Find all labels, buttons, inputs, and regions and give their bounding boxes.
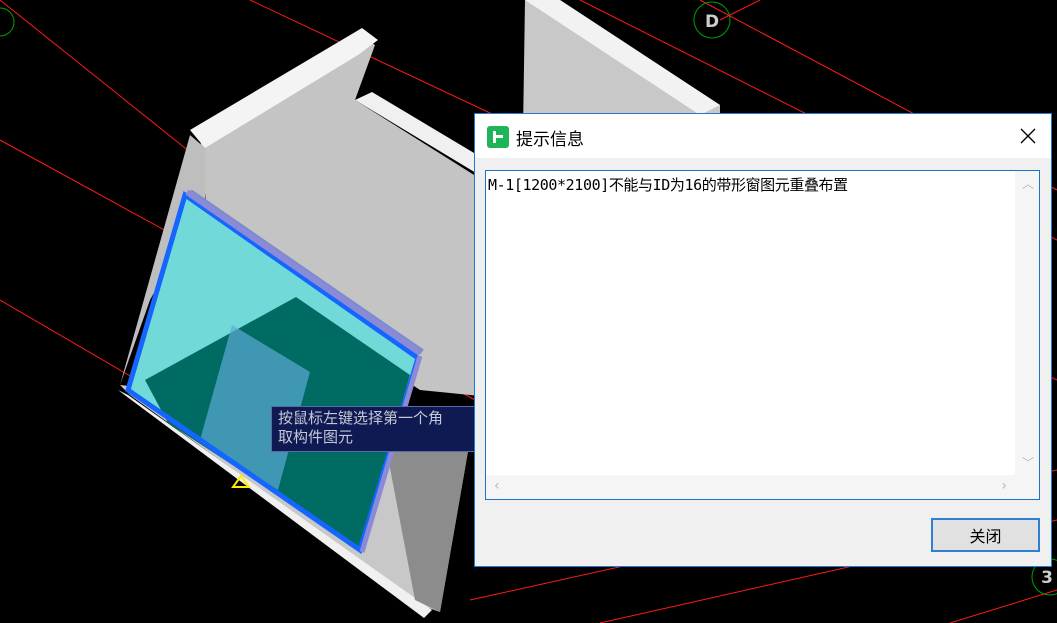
axis-marker-d: D <box>693 1 731 39</box>
message-textarea[interactable]: M-1[1200*2100]不能与ID为16的带形窗图元重叠布置 ︿ ﹀ ‹ › <box>485 170 1040 500</box>
close-button[interactable]: 关闭 <box>931 518 1040 552</box>
close-icon[interactable] <box>1013 121 1043 151</box>
scroll-up-icon[interactable]: ︿ <box>1022 175 1034 192</box>
message-dialog: 提示信息 M-1[1200*2100]不能与ID为16的带形窗图元重叠布置 ︿ … <box>474 113 1052 567</box>
message-text: M-1[1200*2100]不能与ID为16的带形窗图元重叠布置 <box>488 176 848 194</box>
tooltip-line-2: 取构件图元 <box>278 428 354 446</box>
command-tooltip: 按鼠标左键选择第一个角 取构件图元 <box>271 406 476 452</box>
svg-text:3: 3 <box>1041 568 1053 588</box>
vertical-scrollbar[interactable]: ︿ ﹀ <box>1015 171 1039 475</box>
dialog-title: 提示信息 <box>516 130 584 150</box>
svg-text:D: D <box>705 12 719 32</box>
dialog-titlebar[interactable]: 提示信息 <box>475 114 1051 158</box>
scroll-right-icon[interactable]: › <box>1001 478 1007 494</box>
tooltip-line-1: 按鼠标左键选择第一个角 <box>278 409 444 427</box>
app-logo-icon <box>487 126 509 148</box>
horizontal-scrollbar[interactable]: ‹ › <box>486 475 1039 499</box>
scroll-left-icon[interactable]: ‹ <box>494 478 500 494</box>
scroll-down-icon[interactable]: ﹀ <box>1022 454 1034 471</box>
axis-circle-partial <box>0 7 15 37</box>
